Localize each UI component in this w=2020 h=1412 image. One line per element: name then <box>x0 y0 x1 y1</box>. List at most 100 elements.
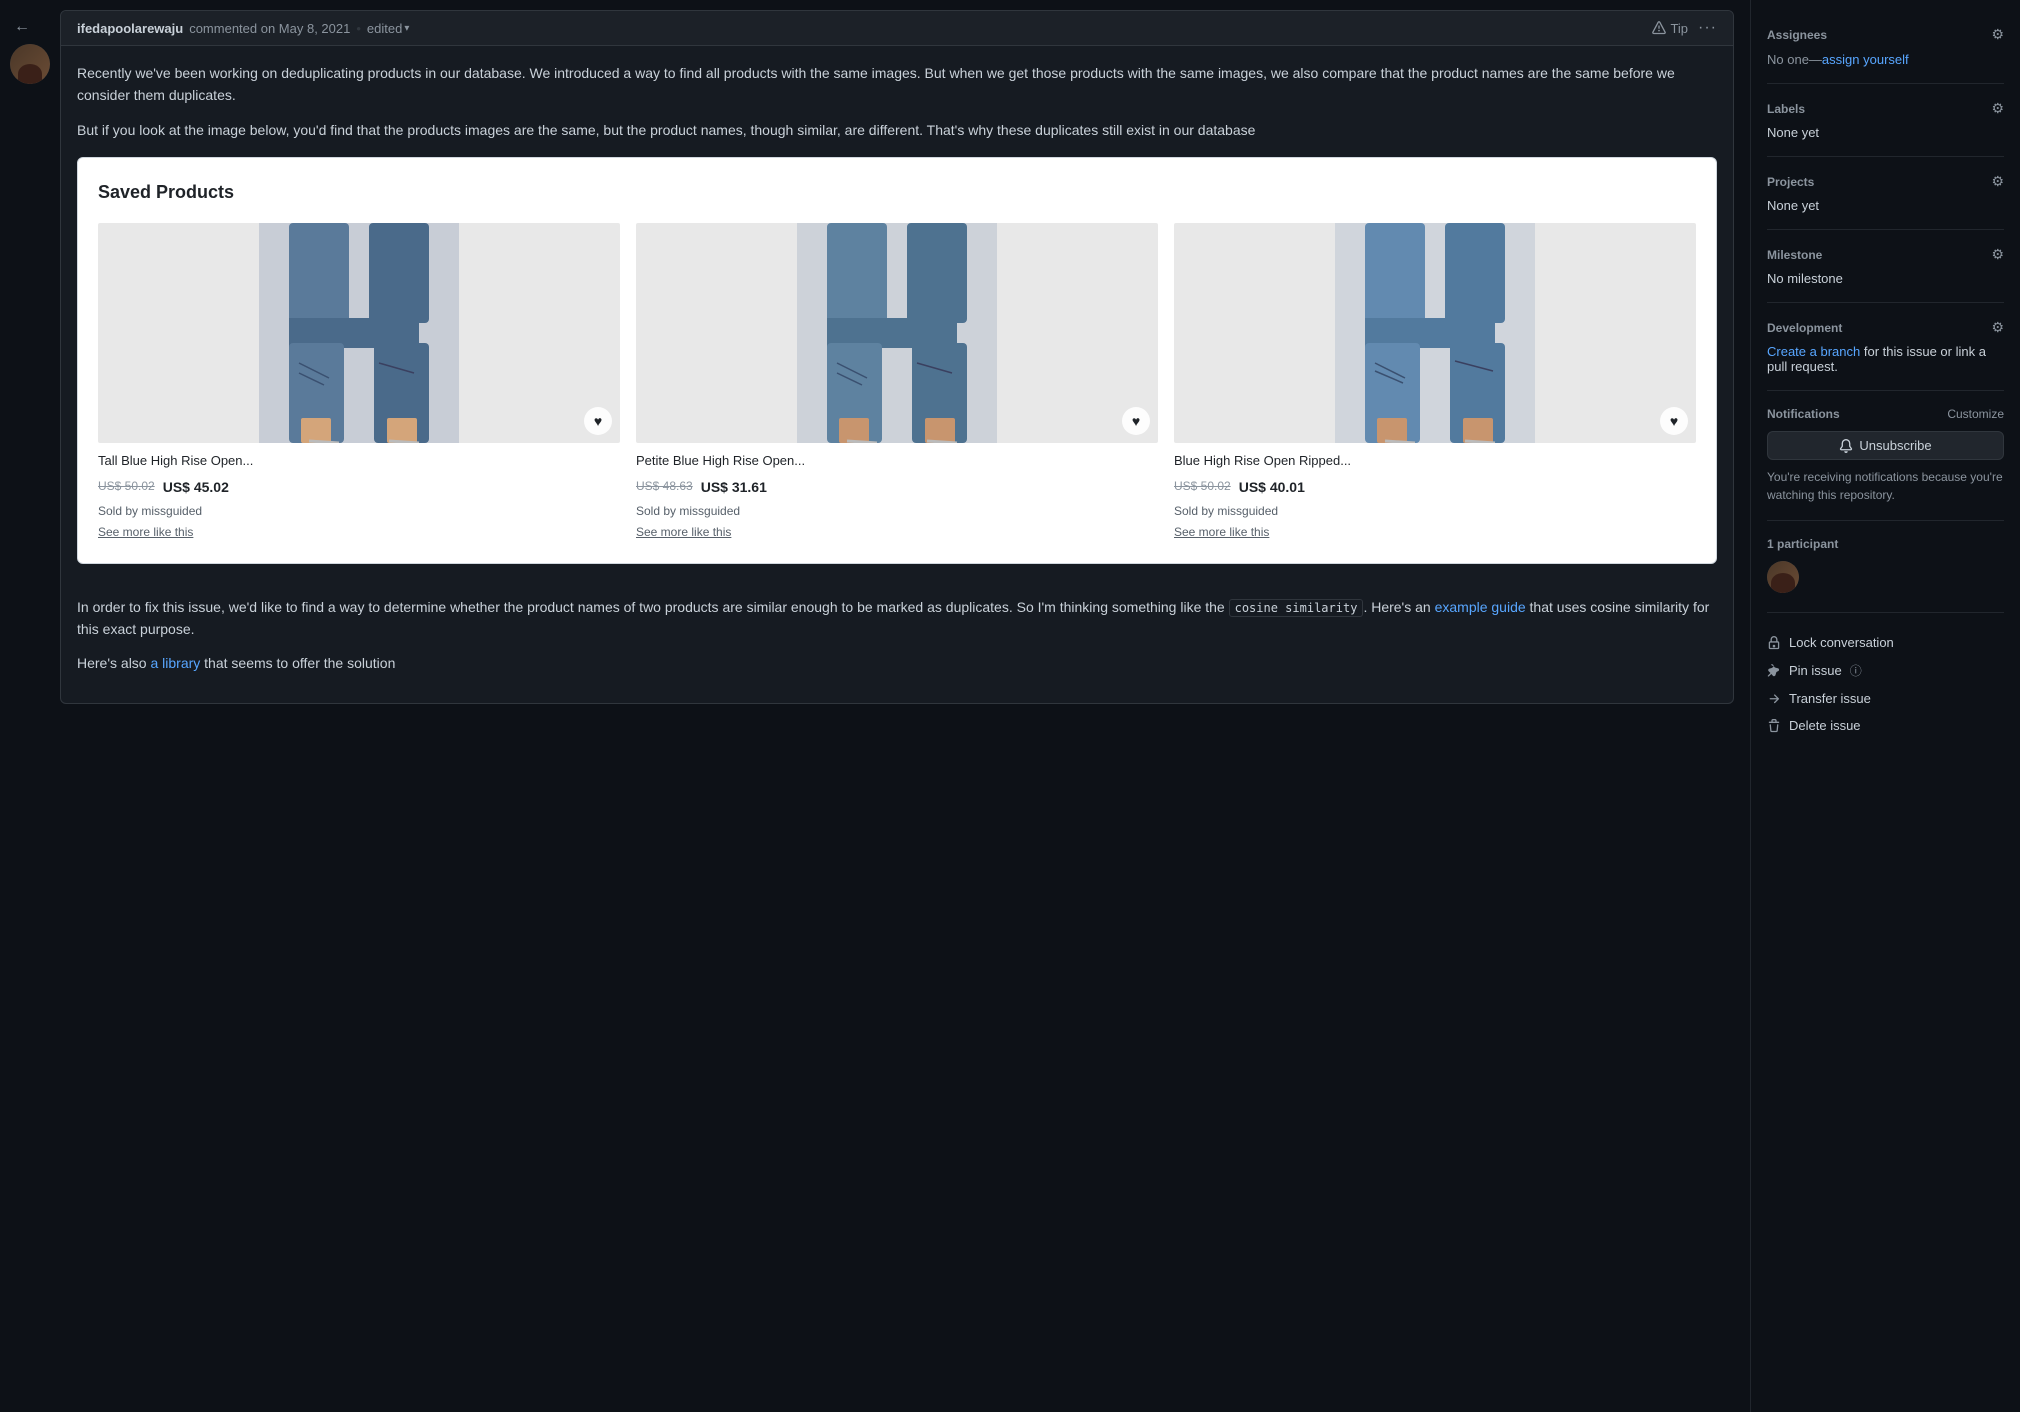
see-more-2[interactable]: See more like this <box>636 523 1158 542</box>
jeans-svg-2 <box>636 223 1158 443</box>
saved-products-card: Saved Products <box>77 157 1717 563</box>
assignees-section: Assignees ⚙ No one—assign yourself <box>1767 10 2004 84</box>
product-name-2: Petite Blue High Rise Open... <box>636 451 1158 472</box>
customize-link[interactable]: Customize <box>1947 407 2004 421</box>
library-link[interactable]: a library <box>150 655 200 671</box>
product-image-1: ♥ <box>98 223 620 443</box>
projects-value: None yet <box>1767 198 2004 213</box>
price-old-1: US$ 50.02 <box>98 477 155 496</box>
more-options-button[interactable]: ··· <box>1698 19 1717 37</box>
assignees-title: Assignees <box>1767 28 1827 42</box>
product-prices-1: US$ 50.02 US$ 45.02 <box>98 476 620 498</box>
lock-conversation-link[interactable]: Lock conversation <box>1767 629 2004 656</box>
tip-button[interactable]: Tip <box>1652 21 1688 36</box>
tip-triangle-icon <box>1652 21 1666 35</box>
product-name-1: Tall Blue High Rise Open... <box>98 451 620 472</box>
unsubscribe-label: Unsubscribe <box>1859 438 1931 453</box>
milestone-header: Milestone ⚙ <box>1767 246 2004 263</box>
pin-info-icon: ⓘ <box>1850 662 1862 679</box>
transfer-issue-label: Transfer issue <box>1789 691 1871 706</box>
projects-gear-icon[interactable]: ⚙ <box>1991 173 2004 190</box>
comment-header-right: Tip ··· <box>1652 19 1717 37</box>
edited-dropdown[interactable]: edited ▾ <box>367 21 409 36</box>
labels-gear-icon[interactable]: ⚙ <box>1991 100 2004 117</box>
assignees-header: Assignees ⚙ <box>1767 26 2004 43</box>
avatar <box>10 44 50 84</box>
assignees-value: No one—assign yourself <box>1767 51 2004 67</box>
product-image-2: ♥ <box>636 223 1158 443</box>
below-para2-suffix: that seems to offer the solution <box>200 655 395 671</box>
labels-section: Labels ⚙ None yet <box>1767 84 2004 157</box>
unsubscribe-button[interactable]: Unsubscribe <box>1767 431 2004 460</box>
comment-header: ifedapoolarewaju commented on May 8, 202… <box>61 11 1733 46</box>
notifications-header: Notifications Customize <box>1767 407 2004 421</box>
lock-icon <box>1767 636 1781 650</box>
no-one-text: No one— <box>1767 52 1822 67</box>
heart-icon-3[interactable]: ♥ <box>1660 407 1688 435</box>
see-more-1[interactable]: See more like this <box>98 523 620 542</box>
development-value: Create a branch for this issue or link a… <box>1767 344 2004 374</box>
comment-box: ifedapoolarewaju commented on May 8, 202… <box>60 10 1734 704</box>
development-section: Development ⚙ Create a branch for this i… <box>1767 303 2004 391</box>
avatar-column: ← <box>0 0 60 1412</box>
cosine-similarity-code: cosine similarity <box>1229 599 1364 617</box>
below-para-2: Here's also a library that seems to offe… <box>77 652 1717 674</box>
product-image-canvas-3 <box>1174 223 1696 443</box>
delete-issue-link[interactable]: Delete issue <box>1767 712 2004 739</box>
notifications-title: Notifications <box>1767 407 1840 421</box>
sold-by-1: Sold by missguided <box>98 502 620 521</box>
lock-conversation-label: Lock conversation <box>1789 635 1894 650</box>
milestone-section: Milestone ⚙ No milestone <box>1767 230 2004 303</box>
create-branch-link[interactable]: Create a branch <box>1767 344 1860 359</box>
projects-title: Projects <box>1767 175 1814 189</box>
pin-issue-label: Pin issue <box>1789 663 1842 678</box>
participants-title: 1 participant <box>1767 537 2004 551</box>
edited-label: edited <box>367 21 402 36</box>
see-more-3[interactable]: See more like this <box>1174 523 1696 542</box>
saved-products-title: Saved Products <box>98 178 1696 207</box>
assignees-gear-icon[interactable]: ⚙ <box>1991 26 2004 43</box>
milestone-value: No milestone <box>1767 271 2004 286</box>
below-para1-prefix: In order to fix this issue, we'd like to… <box>77 599 1229 615</box>
unsubscribe-bell-icon <box>1839 439 1853 453</box>
milestone-gear-icon[interactable]: ⚙ <box>1991 246 2004 263</box>
comment-para-2: But if you look at the image below, you'… <box>77 119 1717 141</box>
commenter-username[interactable]: ifedapoolarewaju <box>77 21 183 36</box>
back-arrow-icon[interactable]: ← <box>10 10 34 44</box>
chevron-down-icon: ▾ <box>404 23 409 34</box>
product-image-3: ♥ <box>1174 223 1696 443</box>
product-image-canvas-2 <box>636 223 1158 443</box>
development-gear-icon[interactable]: ⚙ <box>1991 319 2004 336</box>
participants-section: 1 participant <box>1767 521 2004 613</box>
below-para2-prefix: Here's also <box>77 655 150 671</box>
product-prices-3: US$ 50.02 US$ 40.01 <box>1174 476 1696 498</box>
labels-header: Labels ⚙ <box>1767 100 2004 117</box>
labels-value: None yet <box>1767 125 2004 140</box>
assign-yourself-link[interactable]: assign yourself <box>1822 52 1909 67</box>
comment-para-1: Recently we've been working on deduplica… <box>77 62 1717 107</box>
price-old-3: US$ 50.02 <box>1174 477 1231 496</box>
tip-label: Tip <box>1670 21 1688 36</box>
products-grid: ♥ Tall Blue High Rise Open... US$ 50.02 … <box>98 223 1696 543</box>
heart-icon-2[interactable]: ♥ <box>1122 407 1150 435</box>
pin-icon <box>1767 664 1781 678</box>
price-new-1: US$ 45.02 <box>163 476 229 498</box>
transfer-issue-link[interactable]: Transfer issue <box>1767 685 2004 712</box>
sidebar: Assignees ⚙ No one—assign yourself Label… <box>1750 0 2020 1412</box>
comment-body: Recently we've been working on deduplica… <box>61 46 1733 596</box>
notifications-section: Notifications Customize Unsubscribe You'… <box>1767 391 2004 521</box>
example-guide-link[interactable]: example guide <box>1435 599 1526 615</box>
product-image-canvas-1 <box>98 223 620 443</box>
product-prices-2: US$ 48.63 US$ 31.61 <box>636 476 1158 498</box>
trash-icon <box>1767 719 1781 733</box>
development-title: Development <box>1767 321 1842 335</box>
product-card-2: ♥ Petite Blue High Rise Open... US$ 48.6… <box>636 223 1158 543</box>
below-para-1: In order to fix this issue, we'd like to… <box>77 596 1717 641</box>
heart-icon-1[interactable]: ♥ <box>584 407 612 435</box>
sold-by-2: Sold by missguided <box>636 502 1158 521</box>
action-links-section: Lock conversation Pin issue ⓘ Transfer i… <box>1767 613 2004 755</box>
labels-title: Labels <box>1767 102 1805 116</box>
comment-header-left: ifedapoolarewaju commented on May 8, 202… <box>77 21 409 36</box>
seller-name-3: missguided <box>1217 504 1278 518</box>
pin-issue-link[interactable]: Pin issue ⓘ <box>1767 656 2004 685</box>
